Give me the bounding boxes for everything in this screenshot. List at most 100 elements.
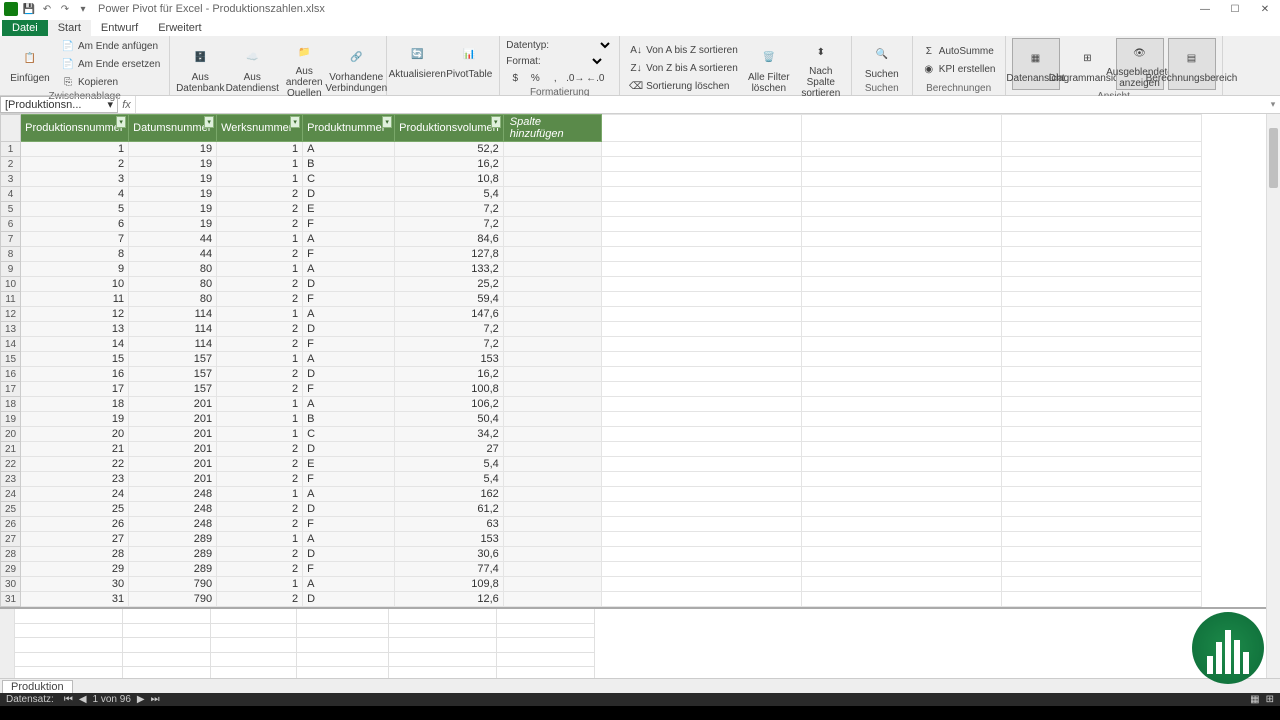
cell[interactable]: 1 <box>217 487 303 502</box>
cell[interactable]: 2 <box>217 247 303 262</box>
cell[interactable] <box>503 187 601 202</box>
cell[interactable]: 11 <box>21 292 129 307</box>
decrease-decimal-icon[interactable]: ←.0 <box>586 70 604 86</box>
cell[interactable]: 2 <box>217 457 303 472</box>
cell[interactable]: 2 <box>217 562 303 577</box>
table-row[interactable]: 33191C10,8 <box>1 172 1202 187</box>
table-row[interactable]: 26262482F63 <box>1 517 1202 532</box>
cell[interactable] <box>503 172 601 187</box>
cell[interactable] <box>503 397 601 412</box>
cell[interactable]: 31 <box>21 592 129 607</box>
cell[interactable] <box>503 532 601 547</box>
cell[interactable]: 1 <box>217 412 303 427</box>
cell[interactable]: A <box>303 262 395 277</box>
cell[interactable] <box>503 487 601 502</box>
row-header[interactable]: 5 <box>1 202 21 217</box>
table-row[interactable]: 24242481A162 <box>1 487 1202 502</box>
cell[interactable]: 63 <box>395 517 504 532</box>
row-header[interactable]: 7 <box>1 232 21 247</box>
cell[interactable] <box>503 247 601 262</box>
cell[interactable] <box>503 502 601 517</box>
cell[interactable]: E <box>303 202 395 217</box>
cell[interactable]: 27 <box>21 532 129 547</box>
table-row[interactable]: 11191A52,2 <box>1 142 1202 157</box>
add-column[interactable]: Spalte hinzufügen <box>503 115 601 142</box>
cell[interactable]: 5,4 <box>395 457 504 472</box>
cell[interactable]: 114 <box>129 307 217 322</box>
row-header[interactable]: 3 <box>1 172 21 187</box>
format-select[interactable] <box>545 55 605 68</box>
name-box[interactable]: [Produktionsn...▾ <box>0 96 118 113</box>
row-header[interactable]: 8 <box>1 247 21 262</box>
sort-az-button[interactable]: A↓Von A bis Z sortieren <box>626 43 741 59</box>
cell[interactable]: F <box>303 517 395 532</box>
cell[interactable]: D <box>303 502 395 517</box>
cell[interactable]: 2 <box>217 202 303 217</box>
cell[interactable] <box>503 337 601 352</box>
pivottable-button[interactable]: 📊PivotTable <box>445 38 493 82</box>
table-row[interactable]: 14141142F7,2 <box>1 337 1202 352</box>
cell[interactable] <box>503 577 601 592</box>
cell[interactable]: 289 <box>129 532 217 547</box>
cell[interactable]: 26 <box>21 517 129 532</box>
cell[interactable] <box>503 307 601 322</box>
copy-button[interactable]: ⎘Kopieren <box>58 74 163 90</box>
cell[interactable]: 80 <box>129 292 217 307</box>
cell[interactable]: 1 <box>217 577 303 592</box>
cell[interactable] <box>503 472 601 487</box>
kpi-button[interactable]: ◉KPI erstellen <box>919 61 999 77</box>
row-header[interactable]: 15 <box>1 352 21 367</box>
cell[interactable] <box>503 562 601 577</box>
cell[interactable]: 248 <box>129 517 217 532</box>
table-row[interactable]: 44192D5,4 <box>1 187 1202 202</box>
table-row[interactable]: 22191B16,2 <box>1 157 1202 172</box>
cell[interactable]: 2 <box>217 547 303 562</box>
cell[interactable]: 106,2 <box>395 397 504 412</box>
sort-by-column-button[interactable]: ⬍Nach Spalte sortieren <box>797 38 845 99</box>
cell[interactable]: 1 <box>217 427 303 442</box>
table-row[interactable]: 1010802D25,2 <box>1 277 1202 292</box>
cell[interactable]: 10,8 <box>395 172 504 187</box>
cell[interactable]: 12 <box>21 307 129 322</box>
cell[interactable]: 2 <box>217 277 303 292</box>
cell[interactable]: 153 <box>395 532 504 547</box>
col-produktionsvolumen[interactable]: Produktionsvolumen▾ <box>395 115 504 142</box>
cell[interactable]: E <box>303 457 395 472</box>
table-row[interactable]: 31317902D12,6 <box>1 592 1202 607</box>
cell[interactable] <box>503 262 601 277</box>
view-diagram-icon[interactable]: ⊞ <box>1266 694 1274 705</box>
cell[interactable]: A <box>303 487 395 502</box>
cell[interactable] <box>503 442 601 457</box>
cell[interactable]: 25,2 <box>395 277 504 292</box>
cell[interactable]: C <box>303 427 395 442</box>
cell[interactable]: 248 <box>129 487 217 502</box>
nav-prev-icon[interactable]: ◀ <box>79 694 87 705</box>
table-row[interactable]: 27272891A153 <box>1 532 1202 547</box>
cell[interactable]: 114 <box>129 322 217 337</box>
row-header[interactable]: 27 <box>1 532 21 547</box>
cell[interactable]: D <box>303 367 395 382</box>
cell[interactable]: 4 <box>21 187 129 202</box>
row-header[interactable]: 9 <box>1 262 21 277</box>
col-produktnummer[interactable]: Produktnummer▾ <box>303 115 395 142</box>
cell[interactable] <box>503 592 601 607</box>
cell[interactable]: D <box>303 187 395 202</box>
cell[interactable]: F <box>303 337 395 352</box>
qat-dropdown-icon[interactable]: ▾ <box>76 2 90 16</box>
cell[interactable]: 289 <box>129 547 217 562</box>
cell[interactable]: 30 <box>21 577 129 592</box>
cell[interactable]: 6 <box>21 217 129 232</box>
nav-next-icon[interactable]: ▶ <box>137 694 145 705</box>
cell[interactable]: 790 <box>129 592 217 607</box>
cell[interactable]: C <box>303 172 395 187</box>
cell[interactable]: 157 <box>129 352 217 367</box>
row-header[interactable]: 23 <box>1 472 21 487</box>
cell[interactable]: 2 <box>217 217 303 232</box>
cell[interactable] <box>503 277 601 292</box>
cell[interactable]: B <box>303 157 395 172</box>
cell[interactable]: 44 <box>129 232 217 247</box>
cell[interactable]: A <box>303 352 395 367</box>
view-grid-icon[interactable]: ▦ <box>1250 694 1259 705</box>
cell[interactable]: 30,6 <box>395 547 504 562</box>
cell[interactable]: 12,6 <box>395 592 504 607</box>
